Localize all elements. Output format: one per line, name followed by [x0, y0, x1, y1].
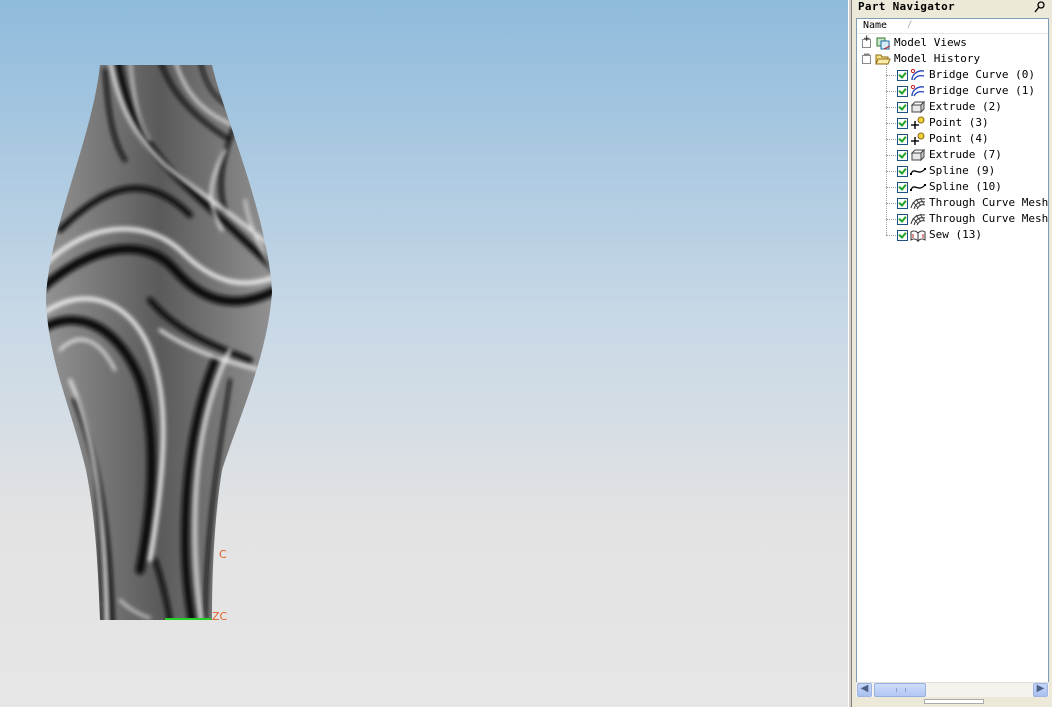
feature-label: Point (4) [929, 132, 989, 145]
scroll-right-button[interactable]: ▶ [1033, 683, 1048, 697]
axis-indicator-line [165, 618, 211, 620]
feature-label: Bridge Curve (1) [929, 84, 1035, 97]
point-icon [910, 116, 926, 130]
feature-label: Extrude (2) [929, 100, 1002, 113]
history-feature-node[interactable]: Extrude (2) [857, 99, 1048, 115]
tree-branch-line [886, 91, 896, 92]
part-navigator-panel: Part Navigator Name / + Model Views − Model… [852, 0, 1052, 707]
history-feature-node[interactable]: Through Curve Mesh ( [857, 195, 1048, 211]
feature-label: Extrude (7) [929, 148, 1002, 161]
history-feature-node[interactable]: Spline (9) [857, 163, 1048, 179]
history-feature-node[interactable]: Point (4) [857, 131, 1048, 147]
scroll-thumb[interactable] [874, 683, 926, 697]
axis-label-c: C [219, 548, 227, 561]
history-feature-node[interactable]: Extrude (7) [857, 147, 1048, 163]
navigator-tree[interactable]: Name / + Model Views − Model History Bridge … [856, 18, 1049, 696]
column-name-header[interactable]: Name [863, 20, 887, 31]
column-header[interactable]: Name / [857, 19, 1048, 34]
through-curve-mesh-icon [910, 212, 926, 226]
tree-node-label: Model Views [894, 36, 967, 49]
axis-label-zc: ZC [212, 610, 228, 623]
sew-icon [910, 228, 926, 243]
zebra-surface-model[interactable] [0, 0, 848, 707]
tree-branch-line [886, 171, 896, 172]
open-folder-icon [875, 52, 891, 66]
collapse-icon[interactable]: − [862, 51, 871, 64]
visibility-checkbox[interactable] [897, 166, 908, 177]
bridge-curve-icon [910, 68, 926, 82]
visibility-checkbox[interactable] [897, 118, 908, 129]
chevron-left-icon: ◀ [860, 683, 869, 694]
visibility-checkbox[interactable] [897, 198, 908, 209]
visibility-checkbox[interactable] [897, 86, 908, 97]
tree-node-label: Model History [894, 52, 981, 65]
extrude-icon [910, 148, 926, 162]
history-feature-node[interactable]: Point (3) [857, 115, 1048, 131]
history-feature-node[interactable]: Sew (13) [857, 227, 1048, 243]
horizontal-scrollbar[interactable]: ◀ ▶ [856, 682, 1049, 697]
visibility-checkbox[interactable] [897, 134, 908, 145]
visibility-checkbox[interactable] [897, 102, 908, 113]
tree-branch-line [886, 123, 896, 124]
feature-label: Bridge Curve (0) [929, 68, 1035, 81]
visibility-checkbox[interactable] [897, 214, 908, 225]
scroll-left-button[interactable]: ◀ [857, 683, 872, 697]
visibility-checkbox[interactable] [897, 70, 908, 81]
tree-branch-line [886, 139, 896, 140]
model-views-icon [875, 36, 891, 50]
spline-icon [910, 164, 926, 178]
tree-branch-line [886, 235, 896, 236]
feature-label: Through Curve Mesh ( [929, 212, 1049, 225]
chevron-right-icon: ▶ [1036, 683, 1045, 694]
graphics-viewport[interactable]: C ZC [0, 0, 848, 707]
visibility-checkbox[interactable] [897, 230, 908, 241]
visibility-checkbox[interactable] [897, 150, 908, 161]
tree-branch-line [886, 219, 896, 220]
bridge-curve-icon [910, 84, 926, 98]
expander-glyph: + [863, 34, 871, 44]
feature-label: Point (3) [929, 116, 989, 129]
history-feature-node[interactable]: Bridge Curve (1) [857, 83, 1048, 99]
extrude-icon [910, 100, 926, 114]
expand-icon[interactable]: + [862, 35, 871, 48]
tree-branch-line [886, 203, 896, 204]
pin-icon[interactable] [1034, 1, 1046, 13]
expander-glyph: − [863, 50, 871, 60]
navigator-title: Part Navigator [858, 0, 955, 13]
history-feature-node[interactable]: Bridge Curve (0) [857, 67, 1048, 83]
visibility-checkbox[interactable] [897, 182, 908, 193]
through-curve-mesh-icon [910, 196, 926, 210]
feature-label: Spline (10) [929, 180, 1002, 193]
spline-icon [910, 180, 926, 194]
feature-label: Sew (13) [929, 228, 982, 241]
feature-label: Through Curve Mesh ( [929, 196, 1049, 209]
tree-node[interactable]: − Model History [857, 51, 1048, 67]
history-feature-node[interactable]: Through Curve Mesh ( [857, 211, 1048, 227]
feature-label: Spline (9) [929, 164, 996, 177]
tree-node[interactable]: + Model Views [857, 35, 1048, 51]
point-icon [910, 132, 926, 146]
tree-branch-line [886, 155, 896, 156]
history-feature-node[interactable]: Spline (10) [857, 179, 1048, 195]
tree-branch-line [886, 107, 896, 108]
sort-indicator: / [907, 20, 913, 30]
resize-grip[interactable] [924, 699, 984, 704]
tree-branch-line [886, 187, 896, 188]
tree-branch-line [886, 75, 896, 76]
